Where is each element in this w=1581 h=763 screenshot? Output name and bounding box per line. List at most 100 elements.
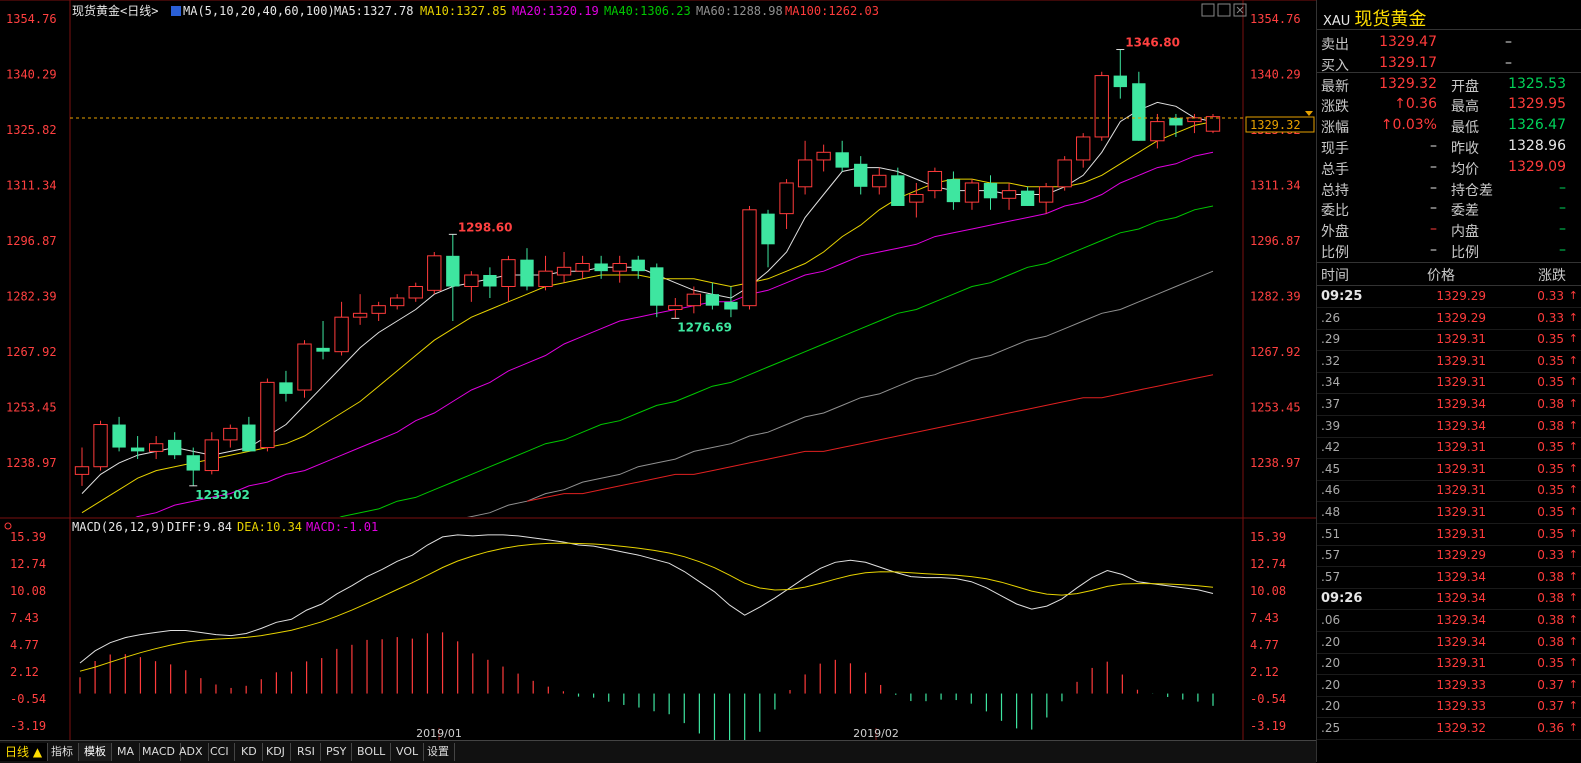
tick-price: 1329.31 xyxy=(1436,461,1486,476)
tick-row: .46 1329.31 0.35 ↑ xyxy=(1317,480,1581,503)
tab-template[interactable]: 模板 xyxy=(79,743,112,761)
tab-boll[interactable]: BOLL xyxy=(352,743,392,761)
tab-设置[interactable]: 设置 xyxy=(422,743,455,761)
tick-change: 0.35 xyxy=(1537,526,1564,541)
candle xyxy=(112,416,126,452)
tick-change: 0.33 xyxy=(1537,289,1564,303)
macd-tick-right: -0.54 xyxy=(1250,692,1286,706)
tick-row: .39 1329.34 0.38 ↑ xyxy=(1317,416,1581,438)
candle xyxy=(352,294,368,325)
tick-time: .37 xyxy=(1321,397,1341,411)
macd-tick-left: 10.08 xyxy=(10,584,46,598)
ma60-value: MA60:1288.98 xyxy=(696,4,783,18)
candle xyxy=(668,298,683,319)
price-tick-right: 1282.39 xyxy=(1250,290,1301,304)
quote-value: 1329.17 xyxy=(1379,54,1437,71)
ma-line-ma40 xyxy=(339,205,1214,517)
tab-adx[interactable]: ADX xyxy=(174,743,209,761)
price-tick-left: 1296.87 xyxy=(6,234,57,248)
tab-ma[interactable]: MA xyxy=(112,743,141,761)
macd-tick-right: 10.08 xyxy=(1250,584,1286,598)
kline-chart[interactable]: 1354.76 1340.29 1325.82 1311.34 1296.87 1282.… xyxy=(0,0,1316,762)
quote-row: 比例 – 比例 – xyxy=(1317,241,1581,261)
tick-row: .37 1329.34 0.38 ↑ xyxy=(1317,394,1581,416)
tick-change: 0.35 xyxy=(1537,375,1564,390)
tick-price: 1329.31 xyxy=(1436,375,1486,390)
tick-time: .57 xyxy=(1321,548,1341,563)
quote-label: 持仓差 xyxy=(1451,182,1493,199)
candle xyxy=(130,436,145,460)
tab-vol[interactable]: VOL xyxy=(391,743,425,761)
tab-cci[interactable]: CCI xyxy=(205,743,235,761)
symbol-name: 现货黄金 xyxy=(1354,9,1427,30)
quote-row: 最新 1329.32 开盘 1325.53 xyxy=(1317,75,1581,95)
quote-value: 1329.32 xyxy=(1379,75,1437,92)
arrow-up-icon: ↑ xyxy=(1568,526,1578,540)
candle xyxy=(316,321,330,360)
tick-change: 0.35 xyxy=(1537,332,1564,347)
tick-price: 1329.34 xyxy=(1436,591,1486,606)
candle xyxy=(242,416,256,452)
current-price-label: 1329.32 xyxy=(1250,118,1301,132)
macd-settings-icon[interactable] xyxy=(4,522,12,530)
quote-label: 比例 xyxy=(1321,245,1349,261)
arrow-up-icon: ↑ xyxy=(1568,310,1578,324)
candle xyxy=(686,286,702,314)
tick-time: .57 xyxy=(1321,569,1341,584)
tick-change: 0.38 xyxy=(1537,613,1564,627)
tick-price: 1329.31 xyxy=(1436,483,1486,498)
tab-indicator[interactable]: 指标 xyxy=(46,743,79,761)
quote-label: 比例 xyxy=(1451,245,1479,261)
tab-kd[interactable]: KD xyxy=(236,743,263,761)
tab-period[interactable]: 日线 ▲ xyxy=(0,743,49,761)
quote-value: 1329.95 xyxy=(1508,96,1566,113)
price-tick-left: 1311.34 xyxy=(6,178,57,192)
tick-price: 1329.33 xyxy=(1436,677,1486,692)
quote-label: 涨跌 xyxy=(1321,99,1349,116)
tick-change: 0.33 xyxy=(1537,548,1564,563)
candle xyxy=(816,144,831,172)
tick-change: 0.33 xyxy=(1537,310,1564,325)
price-tick-left: 1325.82 xyxy=(6,123,57,137)
tick-price: 1329.34 xyxy=(1436,613,1486,627)
price-tick-left: 1253.45 xyxy=(6,400,57,414)
price-tick-right: 1311.34 xyxy=(1250,178,1301,192)
candle xyxy=(556,251,572,283)
tab-psy[interactable]: PSY xyxy=(321,743,353,761)
tick-price: 1329.29 xyxy=(1436,548,1486,563)
candle xyxy=(1094,71,1109,141)
price-annotation: 1298.60 xyxy=(458,220,513,234)
ma-color-icon[interactable] xyxy=(171,6,181,16)
tab-kdj[interactable]: KDJ xyxy=(261,743,291,761)
tick-time: .34 xyxy=(1321,375,1341,390)
candle xyxy=(483,267,497,299)
macd-dea: DEA:10.34 xyxy=(237,520,302,534)
zoom-icon[interactable] xyxy=(1201,3,1215,17)
chart-header: 现货黄金<日线> MA(5,10,20,40,60,100) MA5:1327.… xyxy=(72,3,879,18)
tick-change: 0.35 xyxy=(1537,461,1564,476)
tick-time: 09:26 xyxy=(1321,591,1363,607)
tab-rsi[interactable]: RSI xyxy=(292,743,321,761)
quote-label: 外盘 xyxy=(1321,224,1349,241)
quote-title: XAU 现货黄金 xyxy=(1323,5,1426,31)
tick-time: .39 xyxy=(1321,418,1341,433)
candle xyxy=(650,263,664,318)
tick-time: .42 xyxy=(1321,440,1341,455)
macd-tick-right: 15.39 xyxy=(1250,530,1286,544)
candle xyxy=(872,167,887,195)
quote-value: ↑0.03% xyxy=(1380,117,1437,134)
candle xyxy=(742,205,757,310)
tick-row: .51 1329.31 0.35 ↑ xyxy=(1317,524,1581,546)
candle xyxy=(964,179,980,210)
arrow-up-icon: ↑ xyxy=(1568,656,1578,670)
quote-value: – xyxy=(1505,34,1512,50)
tick-time: .29 xyxy=(1321,332,1341,347)
tick-change: 0.35 xyxy=(1537,483,1564,498)
restore-icon[interactable] xyxy=(1217,3,1231,17)
macd-tick-left: 15.39 xyxy=(10,530,46,544)
quote-row: 买入 1329.17– xyxy=(1317,54,1581,74)
tick-row: .45 1329.31 0.35 ↑ xyxy=(1317,459,1581,481)
price-tick-left: 1282.39 xyxy=(6,290,57,304)
quote-label: 现手 xyxy=(1321,141,1349,157)
date-axis: 2019/01 2019/02 xyxy=(416,727,899,740)
